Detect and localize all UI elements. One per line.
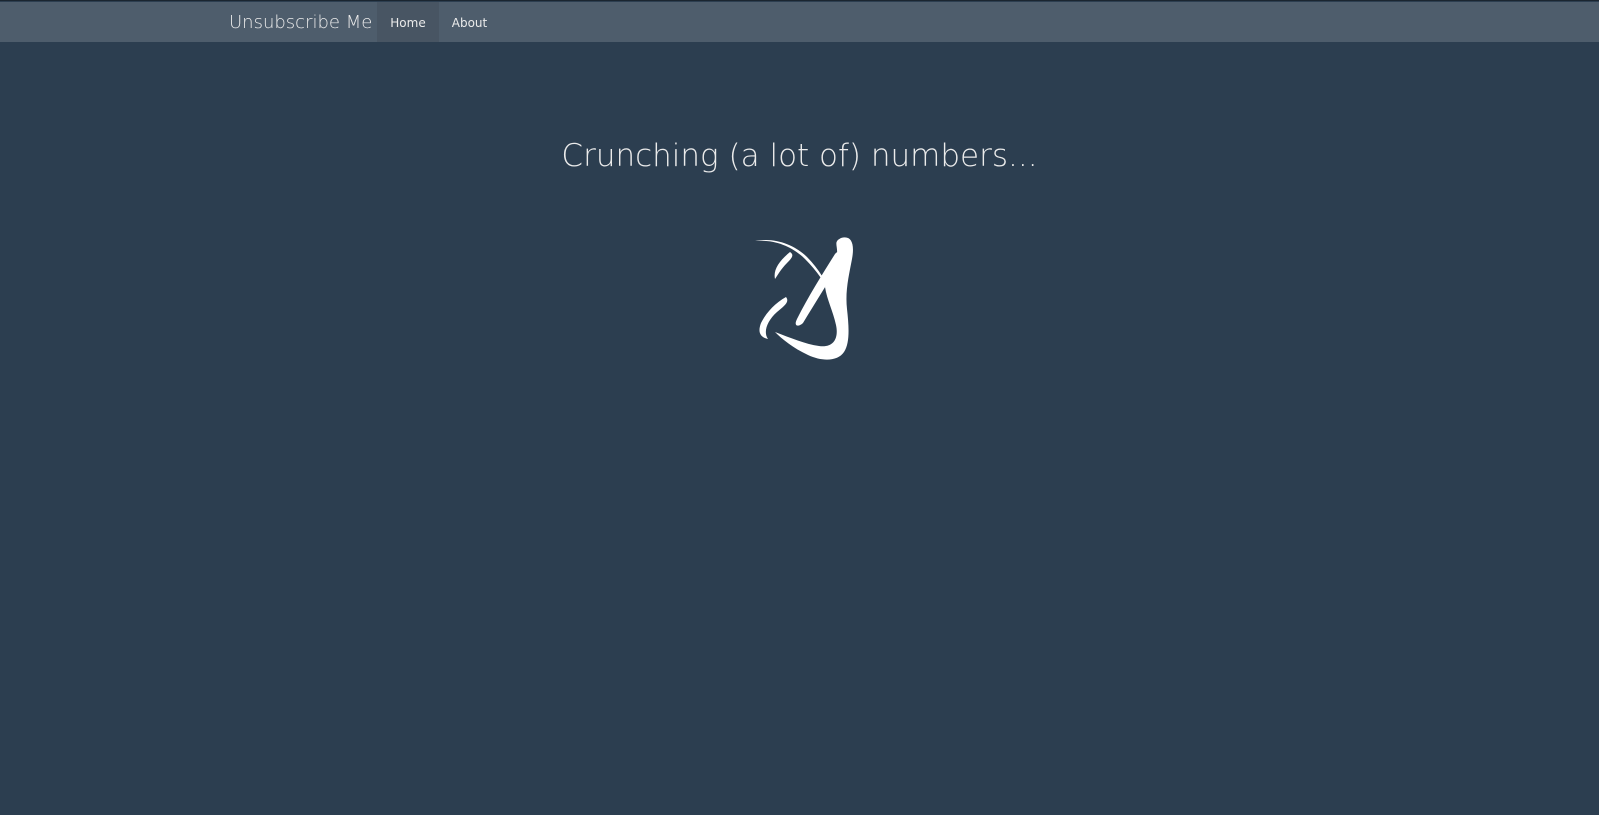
spinner-ring-left xyxy=(759,297,788,339)
loading-headline: Crunching (a lot of) numbers... xyxy=(561,138,1038,174)
nav-home-link[interactable]: Home xyxy=(377,2,439,42)
nav-about-link[interactable]: About xyxy=(439,2,500,42)
brand-link[interactable]: Unsubscribe Me xyxy=(229,2,372,42)
navbar: Unsubscribe Me Home About xyxy=(0,2,1599,42)
spinner-arc-left xyxy=(774,252,793,279)
atom-spinner-icon xyxy=(755,237,853,360)
page: Unsubscribe Me Home About Crunching (a l… xyxy=(0,0,1599,815)
